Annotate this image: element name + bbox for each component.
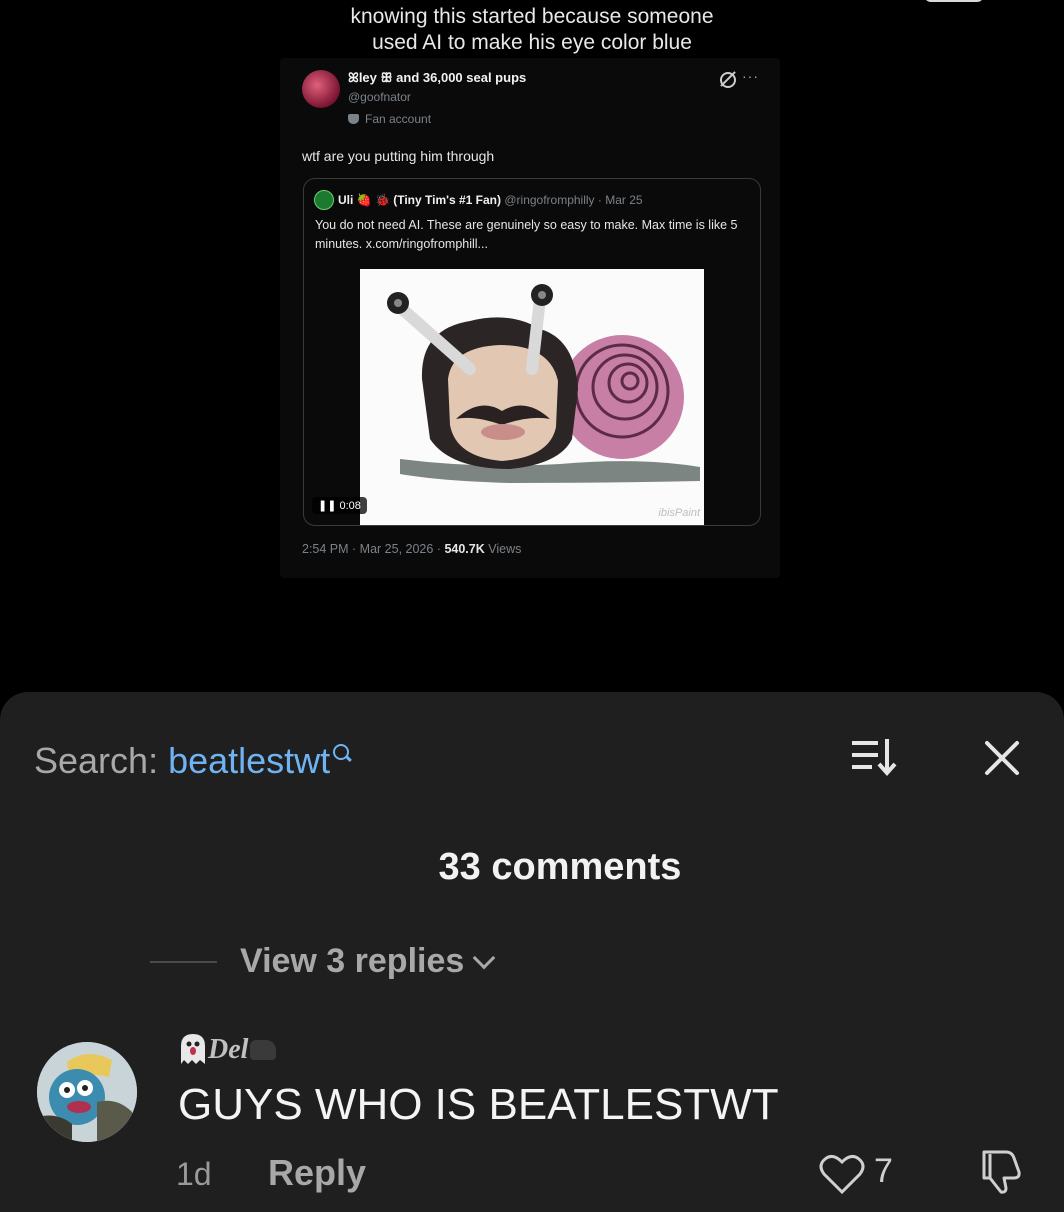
grok-icon (720, 72, 736, 88)
reply-button[interactable]: Reply (268, 1152, 366, 1194)
paint-watermark: ibisPaint (658, 507, 700, 519)
snail-image: ibisPaint (360, 269, 704, 525)
comment-age: 1d (176, 1156, 212, 1192)
comments-sheet: Search: beatlestwt 33 comments View 3 re… (0, 692, 1064, 1212)
gorilla-emoji-icon (250, 1040, 277, 1060)
search-bar[interactable]: Search: beatlestwt (34, 740, 353, 782)
mask-icon (348, 114, 359, 124)
commenter-avatar[interactable] (37, 1042, 137, 1142)
search-term-link[interactable]: beatlestwt (168, 740, 330, 781)
top-corner-control (924, 0, 984, 2)
tweet-text: wtf are you putting him through (302, 148, 495, 164)
quoted-author-avatar (314, 190, 334, 210)
quoted-tweet: Uli 🍓 🐞 (Tiny Tim's #1 Fan) @ringofromph… (303, 178, 761, 526)
tweet-author-avatar (302, 70, 340, 108)
like-count: 7 (874, 1152, 893, 1190)
tweet-handle: @goofnator (348, 90, 411, 104)
dislike-icon[interactable] (976, 1146, 1026, 1196)
ghost-emoji-icon (181, 1034, 205, 1064)
fan-account-label: Fan account (348, 112, 431, 126)
caption-line-2: used AI to make his eye color blue (372, 31, 692, 54)
avatar-illustration (37, 1042, 137, 1142)
search-label: Search: (34, 740, 169, 781)
tweet-display-name: ꕤley ꕥ and 36,000 seal pups (348, 70, 527, 85)
quoted-author-meta: @ringofromphilly · Mar 25 (504, 193, 643, 207)
video-caption: knowing this started because someone use… (0, 4, 1064, 56)
quoted-author-name: Uli 🍓 🐞 (Tiny Tim's #1 Fan) (338, 193, 501, 207)
views-count: 540.7K (444, 542, 485, 556)
close-icon[interactable] (984, 740, 1020, 776)
tweet-stats: 2:54 PM · Mar 25, 2026 · 540.7K Views (302, 542, 522, 556)
search-icon[interactable] (332, 744, 353, 762)
caption-line-1: knowing this started because someone (350, 5, 714, 28)
quoted-tweet-header: Uli 🍓 🐞 (Tiny Tim's #1 Fan) @ringofromph… (338, 193, 643, 207)
view-replies-button[interactable]: View 3 replies (240, 942, 496, 981)
video-duration[interactable]: ❚❚ 0:08 (312, 497, 367, 514)
tweet-screenshot[interactable]: ꕤley ꕥ and 36,000 seal pups @goofnator F… (280, 58, 780, 578)
comment-text: GUYS WHO IS BEATLESTWT (178, 1080, 779, 1129)
quoted-tweet-text: You do not need AI. These are genuinely … (315, 218, 738, 251)
heart-icon[interactable] (818, 1152, 866, 1196)
chevron-down-icon (472, 946, 496, 970)
more-icon: ··· (742, 68, 759, 84)
sort-icon[interactable] (850, 737, 902, 777)
snail-illustration (387, 284, 700, 483)
comments-count: 33 comments (438, 846, 682, 888)
commenter-name[interactable]: Del (178, 1032, 277, 1066)
replies-divider (150, 961, 217, 963)
